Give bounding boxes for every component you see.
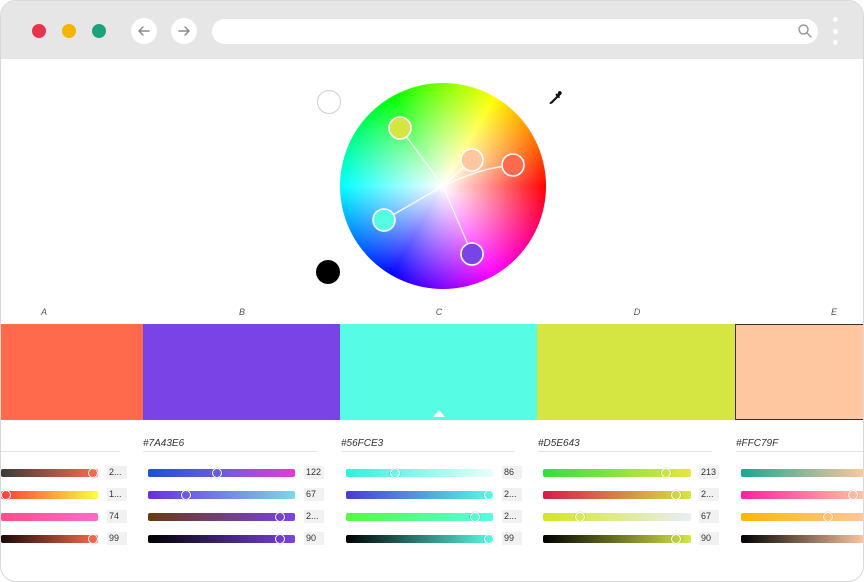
slider-value[interactable]: 99 [502,532,522,545]
slider-value[interactable]: 90 [304,532,324,545]
slider-value[interactable]: 1... [107,488,127,501]
slider-thumb[interactable] [483,490,494,500]
hex-value-b[interactable]: #7A43E6 [143,435,317,452]
minimize-window-button[interactable] [62,24,76,38]
slider-b-4[interactable] [148,534,295,544]
column-label-e: E [830,307,837,317]
slider-a-3[interactable] [1,513,98,521]
slider-thumb[interactable] [847,490,858,500]
browser-toolbar [1,1,863,59]
handle-a[interactable] [501,153,525,177]
slider-b-3[interactable] [148,512,295,522]
forward-button[interactable] [171,18,197,44]
slider-value[interactable]: 90 [699,532,719,545]
back-button[interactable] [131,18,157,44]
slider-value[interactable]: 67 [304,488,324,501]
slider-value[interactable]: 2... [502,488,522,501]
slider-thumb[interactable] [275,534,286,544]
address-input[interactable] [212,19,818,44]
browser-window: A B C D E #7A43E6 #56FCE3 #D5E643 #FFC79… [0,0,864,582]
slider-thumb[interactable] [671,490,682,500]
slider-c-2[interactable] [346,490,494,500]
handle-c[interactable] [372,208,396,232]
arrow-left-icon [138,26,150,36]
slider-e-1[interactable] [741,469,863,477]
maximize-window-button[interactable] [92,24,106,38]
handle-b[interactable] [460,242,484,266]
swatch-e[interactable] [735,324,863,420]
swatch-d[interactable] [537,324,735,420]
close-window-button[interactable] [32,24,46,38]
column-label-b: B [238,307,245,317]
swatch-b[interactable] [143,324,340,420]
slider-thumb[interactable] [1,490,11,500]
slider-value[interactable]: 122 [304,466,324,479]
slider-e-3[interactable] [741,512,863,522]
slider-b-1[interactable] [148,468,295,478]
kebab-menu-icon[interactable] [831,17,839,45]
slider-thumb[interactable] [575,512,585,522]
slider-d-1[interactable] [543,468,691,478]
hex-value-c[interactable]: #56FCE3 [341,435,515,452]
hex-value-e[interactable]: #FFC79F [736,435,863,452]
slider-a-1[interactable] [1,468,99,478]
column-label-c: C [435,307,443,317]
eyedropper-icon[interactable] [545,89,563,107]
swatch-c[interactable] [340,324,537,420]
swatch-a[interactable] [1,324,143,420]
slider-thumb[interactable] [660,468,671,478]
slider-d-4[interactable] [543,534,691,544]
arrow-right-icon [178,26,190,36]
slider-value[interactable]: 86 [502,466,522,479]
black-swatch[interactable] [316,260,340,284]
slider-c-4[interactable] [346,534,494,544]
slider-a-4[interactable] [1,534,99,544]
slider-a-2[interactable] [1,490,98,500]
slider-value[interactable]: 74 [107,510,127,523]
slider-value[interactable]: 213 [699,466,719,479]
slider-b-2[interactable] [148,490,295,500]
slider-c-3[interactable] [346,512,493,522]
slider-thumb[interactable] [88,534,99,544]
handle-d[interactable] [388,116,412,140]
hex-value-a[interactable] [1,435,120,452]
slider-thumb[interactable] [389,468,400,478]
column-label-a: A [40,307,47,317]
slider-thumb[interactable] [470,512,481,522]
white-swatch[interactable] [317,90,341,114]
slider-value[interactable]: 2... [699,488,719,501]
slider-thumb[interactable] [671,534,682,544]
handle-e[interactable] [460,148,484,172]
slider-value[interactable]: 2... [304,510,324,523]
search-icon[interactable] [797,23,813,39]
slider-thumb[interactable] [822,512,833,522]
slider-c-1[interactable] [346,468,493,478]
color-wheel-handles [372,116,525,266]
hex-value-d[interactable]: #D5E643 [538,435,712,452]
column-label-d: D [633,307,641,317]
slider-thumb[interactable] [212,468,223,478]
slider-value[interactable]: 2... [502,510,522,523]
slider-value[interactable]: 99 [107,532,127,545]
slider-d-2[interactable] [543,490,691,500]
slider-thumb[interactable] [88,468,99,478]
slider-e-4[interactable] [741,535,863,543]
slider-value[interactable]: 67 [699,510,719,523]
slider-thumb[interactable] [483,534,494,544]
selected-indicator [433,410,445,417]
slider-d-3[interactable] [543,512,691,522]
slider-thumb[interactable] [275,512,286,522]
slider-thumb[interactable] [181,490,192,500]
slider-value[interactable]: 2... [107,466,127,479]
slider-e-2[interactable] [741,490,863,500]
